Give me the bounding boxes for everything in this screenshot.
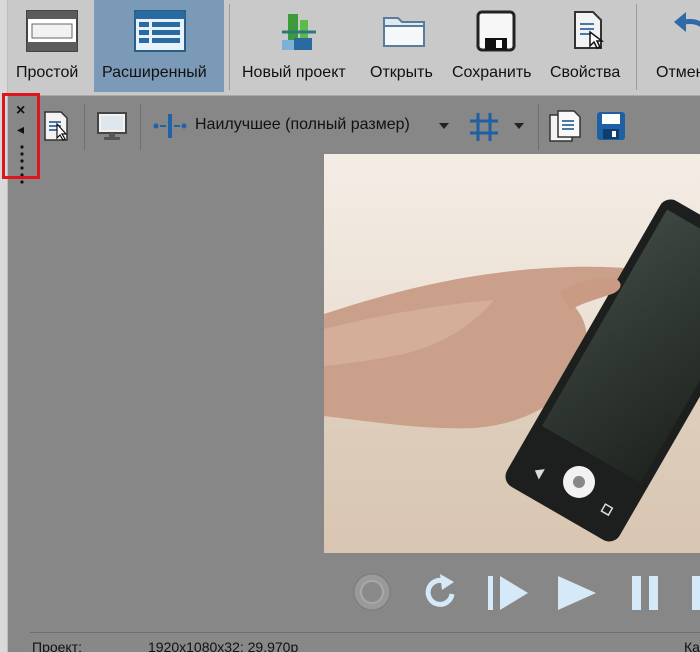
save-icon [476,10,516,52]
video-preview-frame [324,154,700,553]
external-monitor-icon[interactable] [96,110,128,142]
toolbar-separator [140,104,141,150]
loop-button[interactable] [420,572,462,614]
split-screen-icon[interactable] [152,112,188,140]
toolbar-separator [538,104,539,150]
quality-dropdown-arrow-icon[interactable] [439,123,449,129]
status-right-text: Ка [684,639,700,652]
grid-dropdown-arrow-icon[interactable] [514,123,524,129]
undo-label: Отмен [656,64,700,81]
stop-button[interactable] [690,572,700,614]
play-button[interactable] [554,572,600,614]
simple-mode-label: Простой [16,64,79,81]
preview-properties-icon[interactable] [43,110,71,142]
status-bar: Проект: 1920x1080x32; 29,970p Ка [30,632,700,652]
properties-icon [574,11,604,49]
project-label: Проект: [32,639,83,652]
toolbar-separator [84,104,85,150]
properties-label: Свойства [550,64,621,81]
simple-layout-icon [26,10,78,52]
ribbon-separator [636,4,637,90]
advanced-layout-icon [134,10,186,52]
video-editor-window: { "ribbon": { "buttons": [ {"label": "Пр… [0,0,700,652]
preview-frame-image [324,154,700,553]
undo-button[interactable]: Отмен [648,0,700,92]
open-button[interactable]: Открыть [364,0,444,92]
simple-mode-button[interactable]: Простой [10,0,94,92]
undo-icon [674,12,700,32]
open-folder-icon [383,17,425,47]
advanced-mode-button[interactable]: Расширенный [94,0,224,92]
project-format-value: 1920x1080x32; 29,970p [148,639,299,652]
record-button[interactable] [352,572,392,612]
grid-overlay-icon[interactable] [468,111,500,143]
pause-button[interactable] [628,572,664,614]
preview-quality-dropdown[interactable]: Наилучшее (полный размер) [195,116,410,134]
advanced-mode-label: Расширенный [102,64,207,81]
properties-button[interactable]: Свойства [544,0,630,92]
dock-handle-highlight [2,93,40,179]
save-snapshot-icon[interactable] [595,110,627,142]
copy-snapshot-icon[interactable] [548,109,582,143]
save-button[interactable]: Сохранить [448,0,540,92]
ribbon-separator [229,4,230,90]
new-project-label: Новый проект [242,64,346,81]
save-label: Сохранить [452,64,532,81]
open-label: Открыть [370,64,433,81]
new-project-button[interactable]: Новый проект [236,0,360,92]
play-from-start-button[interactable] [486,572,532,614]
new-project-icon [282,14,316,50]
